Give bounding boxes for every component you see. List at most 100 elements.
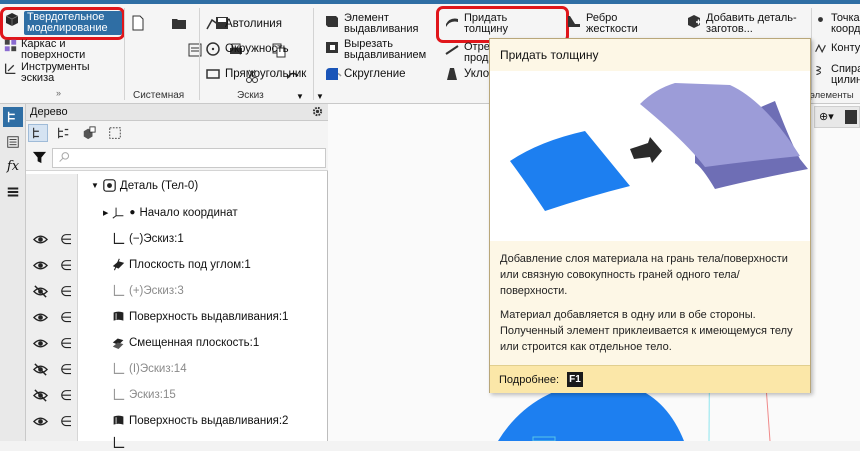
search-icon: [58, 151, 71, 167]
surfaces-mode-button[interactable]: Каркас и поверхности: [4, 39, 122, 61]
tree-row-extrude-surface-2[interactable]: ∈ Поверхность выдавливания:2: [26, 409, 328, 435]
eye-icon[interactable]: [33, 310, 48, 328]
point-button[interactable]: Точка коорд...: [814, 13, 860, 35]
left-panel-bar: fx: [0, 104, 26, 441]
offset-plane-icon: [112, 336, 125, 349]
eye-hidden-icon[interactable]: [33, 284, 48, 302]
fillet-button[interactable]: Скругление: [324, 66, 434, 82]
tree-row-offset-plane[interactable]: ∈ Смещенная плоскость:1: [26, 331, 328, 357]
variables-fx-icon[interactable]: fx: [3, 156, 23, 176]
element-of-icon[interactable]: ∈: [60, 361, 72, 378]
element-of-icon[interactable]: ∈: [60, 283, 72, 300]
tree-toolbar: [26, 121, 328, 145]
tree-panel-icon[interactable]: [3, 107, 23, 127]
collapse-chevron-icon[interactable]: »: [56, 88, 61, 98]
tree-row-origin[interactable]: ▶ ● Начало координат: [26, 201, 328, 227]
element-of-icon[interactable]: ∈: [60, 387, 72, 404]
expand-arrow-icon[interactable]: ▶: [103, 209, 108, 217]
circle-button[interactable]: Окружность: [205, 41, 289, 57]
tree-hierarchy-icon[interactable]: [56, 126, 70, 143]
element-of-icon[interactable]: ∈: [60, 309, 72, 326]
extrude-label: Элемент выдавливания: [344, 12, 419, 35]
extrude-icon: [324, 13, 340, 29]
element-of-icon[interactable]: ∈: [60, 231, 72, 248]
tooltip-title: Придать толщину: [500, 48, 599, 62]
eye-icon[interactable]: [33, 232, 48, 250]
contour-button[interactable]: Конту...: [814, 42, 860, 55]
autoline-button[interactable]: Автолиния: [205, 16, 282, 32]
tree-row-label: (+)Эскиз:3: [129, 284, 184, 297]
tree-root-row[interactable]: ▼ Деталь (Тел-0): [26, 174, 328, 200]
highlight-mode: [0, 7, 125, 40]
extrude-surface-icon: [112, 310, 125, 323]
helix-button[interactable]: Спира цилин...: [814, 64, 860, 86]
properties-icon[interactable]: [187, 42, 203, 58]
sketch-icon: [112, 436, 125, 449]
properties-panel-icon[interactable]: [3, 132, 23, 152]
tree-select-icon[interactable]: [108, 126, 122, 143]
tree-row-sketch-14[interactable]: ∈ (I)Эскиз:14: [26, 357, 328, 383]
tree-row-angled-plane[interactable]: ∈ Плоскость под углом:1: [26, 253, 328, 279]
view-orientation-control[interactable]: ⊕▾: [814, 106, 860, 128]
draft-button[interactable]: Укло...: [444, 66, 489, 82]
filter-icon[interactable]: [32, 150, 47, 168]
eye-icon[interactable]: [33, 414, 48, 432]
group-dropdown-icon[interactable]: ▼: [316, 92, 324, 101]
group-label-sketch: Эскиз: [237, 90, 264, 101]
tree-row-sketch-15[interactable]: ∈ Эскиз:15: [26, 383, 328, 409]
tree-components-icon[interactable]: [82, 126, 96, 143]
point-icon: [814, 13, 827, 26]
f1-key-badge[interactable]: F1: [567, 372, 583, 387]
eye-hidden-icon[interactable]: [33, 362, 48, 380]
collapse-arrow-icon[interactable]: ▼: [91, 181, 99, 190]
rib-button[interactable]: Ребро жесткости: [566, 13, 666, 35]
eye-icon[interactable]: [33, 336, 48, 354]
sketch-tools-label: Инструменты эскиза: [21, 61, 90, 84]
cut-extrude-icon: [324, 39, 340, 55]
eye-icon[interactable]: [33, 258, 48, 276]
tree-row-label: Поверхность выдавливания:2: [129, 414, 289, 427]
tree-row-sketch-3[interactable]: ∈ (+)Эскиз:3: [26, 279, 328, 305]
tree-row-sketch-1[interactable]: ∈ (−)Эскиз:1: [26, 227, 328, 253]
rectangle-button[interactable]: Прямоугольник: [205, 66, 306, 82]
eye-hidden-icon[interactable]: [33, 388, 48, 406]
tree-row-extrude-surface-1[interactable]: ∈ Поверхность выдавливания:1: [26, 305, 328, 331]
group-label-system: Системная: [133, 90, 185, 101]
tree-node: Поверхность выдавливания:2: [112, 414, 288, 427]
autoline-label: Автолиния: [225, 18, 282, 30]
tree-filter-bar: [26, 145, 328, 171]
contour-icon: [814, 42, 827, 55]
point-label: Точка коорд...: [831, 13, 860, 35]
element-of-icon[interactable]: ∈: [60, 413, 72, 430]
tree-row-label: (−)Эскиз:1: [129, 232, 184, 245]
trim-button[interactable]: Отрезать прод...: [444, 42, 489, 64]
tree-header: Дерево: [26, 104, 328, 121]
tree-root-label: Деталь (Тел-0): [119, 179, 199, 192]
tree-search-input[interactable]: [52, 148, 326, 168]
layers-panel-icon[interactable]: [3, 182, 23, 202]
element-of-icon[interactable]: ∈: [60, 257, 72, 274]
divider: [199, 8, 200, 100]
tree-row-label: Смещенная плоскость:1: [129, 336, 260, 349]
tree-node: Смещенная плоскость:1: [112, 336, 259, 349]
open-folder-icon[interactable]: [171, 15, 187, 31]
circle-icon: [205, 41, 221, 57]
tooltip-description-1: Добавление слоя материала на грань тела/…: [500, 253, 788, 297]
add-part-blank-button[interactable]: Добавить деталь-заготов...: [686, 13, 810, 35]
divider: [124, 8, 125, 100]
sketch-tools-button[interactable]: Инструменты эскиза: [4, 62, 122, 84]
cut-extrude-button[interactable]: Вырезать выдавливанием: [324, 39, 436, 61]
divider: [313, 8, 314, 100]
element-of-icon[interactable]: ∈: [60, 335, 72, 352]
fillet-label: Скругление: [344, 68, 406, 80]
new-document-icon[interactable]: [130, 15, 146, 31]
origin-icon: [112, 206, 125, 219]
trim-label: Отрезать прод...: [464, 42, 489, 64]
tree-structure-icon[interactable]: [28, 124, 48, 142]
rectangle-icon: [205, 66, 221, 82]
sketch-group-dropdown-icon[interactable]: ▼: [296, 92, 304, 101]
contour-label: Конту...: [831, 42, 860, 54]
draft-label: Укло...: [464, 68, 489, 80]
extrude-button[interactable]: Элемент выдавливания: [324, 13, 434, 35]
model-tree-panel: Дерево ▼ Деталь (Тел-0) ▶ ● Начало коорд…: [26, 104, 328, 448]
